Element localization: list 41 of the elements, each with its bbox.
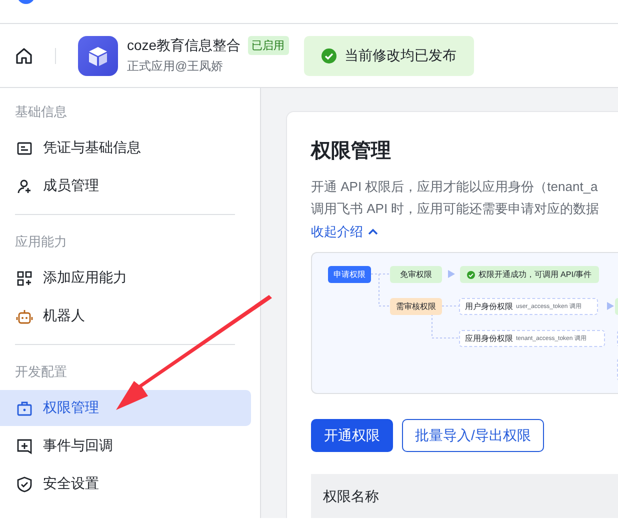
add-grid-icon bbox=[16, 270, 33, 286]
node-label: 用户身份权限 bbox=[465, 301, 513, 312]
notice-text: 当前修改均已发布 bbox=[344, 46, 457, 64]
collapse-link[interactable]: 收起介绍 bbox=[311, 222, 378, 242]
arrow-icon bbox=[607, 302, 614, 310]
section-title: 应用能力 bbox=[14, 233, 68, 251]
app-subtitle: 正式应用@王凤娇 bbox=[127, 58, 224, 75]
sidebar-item[interactable]: 权限管理 bbox=[0, 390, 251, 426]
shield-check-icon bbox=[16, 476, 33, 492]
sidebar-item[interactable]: 成员管理 bbox=[0, 168, 251, 204]
column-header: 权限名称 bbox=[323, 488, 379, 506]
node-label: 免审权限 bbox=[400, 269, 432, 280]
enable-button[interactable]: 开通权限 bbox=[311, 419, 393, 452]
app-name: coze教育信息整合 bbox=[127, 36, 241, 54]
add-user-icon bbox=[16, 178, 33, 194]
import-export-button[interactable]: 批量导入/导出权限 bbox=[402, 419, 544, 452]
chevron-up-icon bbox=[368, 228, 378, 236]
card-icon bbox=[16, 140, 33, 156]
robot-icon bbox=[16, 308, 33, 324]
page-title: 权限管理 bbox=[311, 139, 392, 164]
sidebar-item[interactable]: 添加应用能力 bbox=[0, 260, 251, 296]
home-icon[interactable] bbox=[15, 46, 33, 64]
check-circle-icon bbox=[467, 270, 476, 278]
check-circle-icon bbox=[320, 48, 337, 64]
add-message-icon bbox=[16, 438, 33, 454]
node-label: 申请权限 bbox=[334, 269, 366, 280]
arrow-icon bbox=[448, 270, 455, 278]
node-label: 权限开通成功，可调用 API/事件 bbox=[478, 269, 592, 280]
node-label: 应用身份权限 bbox=[465, 333, 513, 344]
sidebar-item[interactable]: 安全设置 bbox=[0, 466, 251, 502]
sidebar-item[interactable]: 机器人 bbox=[0, 298, 251, 334]
description-text: 调用飞书 API 时，应用可能还需要申请对应的数据 bbox=[311, 200, 600, 218]
section-title: 开发配置 bbox=[14, 363, 68, 381]
sidebar-item[interactable]: 凭证与基础信息 bbox=[0, 130, 251, 166]
sidebar-item[interactable]: 事件与回调 bbox=[0, 428, 251, 464]
description-text: 开通 API 权限后，应用才能以应用身份（tenant_a bbox=[311, 178, 599, 196]
section-title: 基础信息 bbox=[14, 103, 68, 121]
briefcase-icon bbox=[16, 400, 33, 416]
app-icon bbox=[78, 36, 118, 76]
node-label: 需审核权限 bbox=[396, 301, 436, 312]
status-tag: 已启用 bbox=[248, 36, 289, 55]
